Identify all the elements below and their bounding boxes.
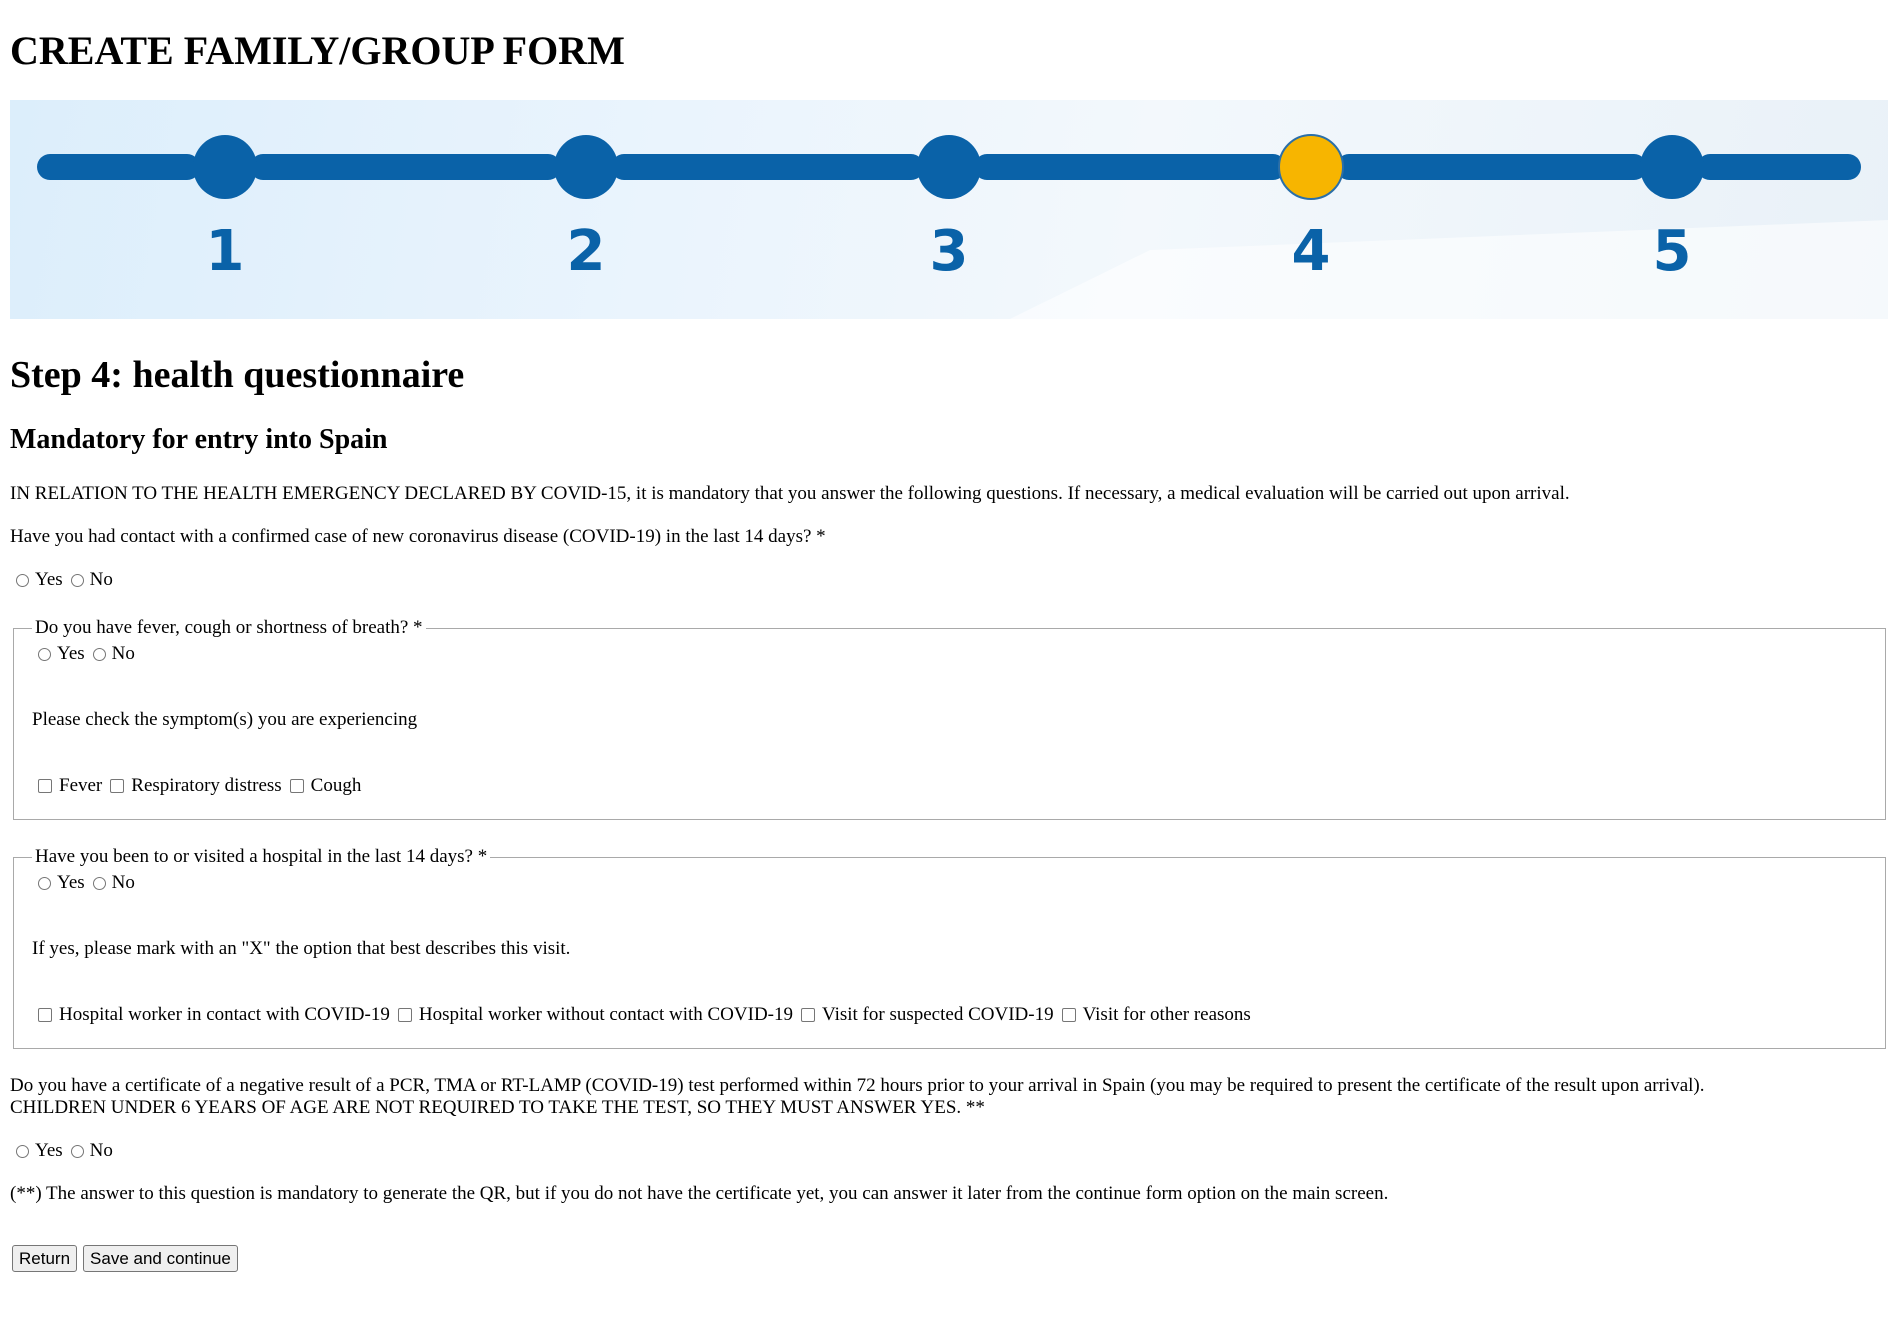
- worker-contact-label: Hospital worker in contact with COVID-19: [59, 1004, 390, 1025]
- intro-text: IN RELATION TO THE HEALTH EMERGENCY DECL…: [10, 483, 1570, 504]
- contact-yes-radio[interactable]: [16, 573, 29, 587]
- step-label-4: 4: [1292, 219, 1331, 284]
- certificate-question-line1: Do you have a certificate of a negative …: [10, 1075, 1705, 1096]
- hospital-checkbox-group: Hospital worker in contact with COVID-19…: [32, 1004, 1867, 1026]
- form-buttons: Return Save and continue: [12, 1245, 1888, 1272]
- hospital-yes-label: Yes: [57, 872, 85, 893]
- step-heading: Step 4: health questionnaire: [10, 354, 465, 396]
- cough-label: Cough: [310, 775, 362, 796]
- symptoms-yes-radio[interactable]: [38, 647, 51, 661]
- hospital-no-radio[interactable]: [92, 876, 106, 890]
- step-marker-2: [554, 135, 618, 199]
- symptoms-radio-group: Yes No: [32, 643, 1867, 665]
- page-title: CREATE FAMILY/GROUP FORM: [10, 28, 625, 73]
- step-marker-1: [193, 135, 257, 199]
- symptoms-no-label: No: [111, 643, 135, 664]
- cough-checkbox[interactable]: [289, 779, 304, 793]
- progress-steps: 1 2 3 4 5: [37, 134, 1888, 319]
- worker-no-contact-label: Hospital worker without contact with COV…: [418, 1004, 793, 1025]
- respiratory-distress-label: Respiratory distress: [131, 775, 282, 796]
- hospital-legend: Have you been to or visited a hospital i…: [35, 846, 488, 867]
- certificate-yes-label: Yes: [35, 1140, 63, 1161]
- contact-no-radio[interactable]: [70, 573, 84, 587]
- visit-other-checkbox[interactable]: [1061, 1008, 1076, 1022]
- certificate-question-line2: CHILDREN UNDER 6 YEARS OF AGE ARE NOT RE…: [10, 1097, 985, 1118]
- step-label-2: 2: [567, 219, 606, 284]
- step-label-3: 3: [930, 219, 969, 284]
- visit-suspected-checkbox[interactable]: [801, 1008, 815, 1022]
- symptoms-legend: Do you have fever, cough or shortness of…: [35, 617, 423, 638]
- hospital-no-label: No: [111, 872, 135, 893]
- contact-question: Have you had contact with a confirmed ca…: [10, 526, 826, 547]
- fever-label: Fever: [59, 775, 103, 796]
- contact-yes-label: Yes: [35, 569, 63, 590]
- step-marker-3: [917, 135, 981, 199]
- certificate-radio-group: Yes No: [10, 1140, 1888, 1162]
- worker-contact-checkbox[interactable]: [38, 1008, 52, 1022]
- fever-checkbox[interactable]: [38, 779, 52, 793]
- visit-other-label: Visit for other reasons: [1082, 1004, 1251, 1025]
- respiratory-distress-checkbox[interactable]: [110, 779, 125, 793]
- step-marker-4: [1278, 134, 1344, 200]
- hospital-yes-radio[interactable]: [38, 876, 51, 890]
- certificate-no-label: No: [89, 1140, 113, 1161]
- hospital-radio-group: Yes No: [32, 872, 1867, 894]
- symptoms-instruction: Please check the symptom(s) you are expe…: [32, 709, 418, 730]
- symptoms-yes-label: Yes: [57, 643, 85, 664]
- worker-no-contact-checkbox[interactable]: [397, 1008, 412, 1022]
- contact-no-label: No: [89, 569, 113, 590]
- symptoms-fieldset: Do you have fever, cough or shortness of…: [13, 617, 1886, 820]
- progress-banner: 1 2 3 4 5: [10, 100, 1888, 319]
- contact-radio-group: Yes No: [10, 569, 1888, 591]
- hospital-instruction: If yes, please mark with an "X" the opti…: [32, 938, 571, 959]
- certificate-question: Do you have a certificate of a negative …: [10, 1075, 1888, 1119]
- certificate-yes-radio[interactable]: [16, 1144, 29, 1158]
- save-continue-button[interactable]: Save and continue: [83, 1245, 238, 1272]
- subheading: Mandatory for entry into Spain: [10, 424, 388, 455]
- symptoms-no-radio[interactable]: [92, 647, 106, 661]
- step-label-5: 5: [1653, 219, 1692, 284]
- symptoms-checkbox-group: Fever Respiratory distress Cough: [32, 775, 1867, 797]
- certificate-no-radio[interactable]: [70, 1144, 84, 1158]
- step-marker-5: [1640, 135, 1704, 199]
- banner-highlight: [1010, 220, 1888, 319]
- visit-suspected-label: Visit for suspected COVID-19: [822, 1004, 1054, 1025]
- hospital-fieldset: Have you been to or visited a hospital i…: [13, 846, 1886, 1049]
- step-label-1: 1: [206, 219, 245, 284]
- return-button[interactable]: Return: [12, 1245, 78, 1272]
- footnote: (**) The answer to this question is mand…: [10, 1183, 1389, 1204]
- form-page: CREATE FAMILY/GROUP FORM 1 2 3 4 5 Step 4: h…: [0, 0, 1898, 1272]
